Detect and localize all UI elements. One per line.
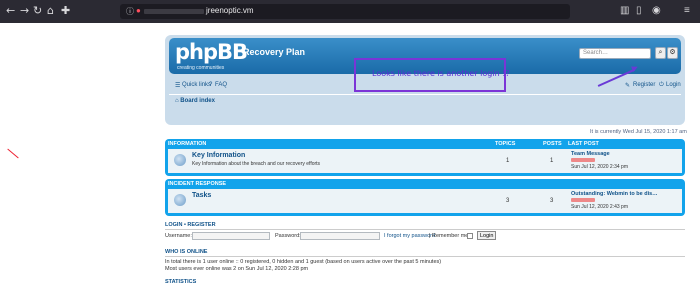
- last-post-author-redacted: [571, 198, 595, 202]
- home-icon[interactable]: ⌂: [47, 5, 54, 17]
- last-post-title[interactable]: Team Message: [571, 151, 610, 157]
- quick-links-link[interactable]: Quick links: [182, 82, 211, 88]
- last-post-title[interactable]: Outstanding: Webmin to be dis…: [571, 191, 658, 197]
- category-title[interactable]: INCIDENT RESPONSE: [168, 181, 226, 187]
- remember-me-text: Remember me: [431, 233, 469, 239]
- site-title: Recovery Plan: [243, 47, 306, 57]
- who-is-online-heading[interactable]: WHO IS ONLINE: [165, 249, 207, 255]
- login-button[interactable]: Login: [477, 231, 497, 240]
- forum-description: Key Information about the breach and our…: [192, 161, 321, 167]
- url-bar[interactable]: ⓘ ● jreenoptic.vm: [120, 4, 570, 19]
- reload-icon[interactable]: ↻: [33, 5, 42, 17]
- nav-divider: [169, 94, 681, 95]
- remember-me-label: | Remember me: [429, 233, 469, 239]
- faq-link[interactable]: FAQ: [215, 82, 227, 88]
- extension-icon[interactable]: ✚: [61, 5, 70, 17]
- login-link[interactable]: Login: [666, 82, 681, 88]
- back-icon[interactable]: ←: [6, 5, 15, 17]
- statistics-heading: STATISTICS: [165, 279, 197, 285]
- register-link[interactable]: Register: [633, 82, 655, 88]
- forum-row: Key Information Key Information about th…: [168, 149, 682, 173]
- current-time: It is currently Wed Jul 15, 2020 1:17 am: [590, 129, 687, 135]
- username-label: Username:: [165, 233, 192, 239]
- forgot-password-link[interactable]: I forgot my password: [384, 233, 435, 239]
- url-redaction: [144, 9, 204, 14]
- library-icon[interactable]: ▥: [620, 5, 629, 16]
- forum-read-icon: [174, 194, 186, 206]
- red-mark: [7, 148, 19, 159]
- password-label: Password:: [275, 233, 301, 239]
- divider: [165, 256, 685, 257]
- power-icon: ⏻: [659, 82, 664, 88]
- register-heading-link[interactable]: REGISTER: [187, 222, 215, 228]
- login-heading-link[interactable]: LOGIN: [165, 222, 182, 228]
- annotation-text: Looks like there is another login !?: [372, 69, 510, 78]
- info-icon: ⓘ: [126, 7, 134, 16]
- last-post-date: Sun Jul 12, 2020 2:34 pm: [571, 164, 628, 170]
- menu-icon-small: ☰: [175, 83, 181, 89]
- forum-title[interactable]: Tasks: [192, 192, 211, 199]
- col-posts: POSTS: [543, 141, 562, 147]
- posts-count: 3: [550, 198, 554, 204]
- forum-title[interactable]: Key Information: [192, 152, 245, 159]
- forward-icon[interactable]: →: [20, 5, 29, 17]
- logo-tagline: creating communities: [177, 65, 225, 71]
- register-icon: ✎: [625, 83, 631, 89]
- category-information: INFORMATION TOPICS POSTS LAST POST Key I…: [165, 139, 685, 176]
- heading-sep: •: [183, 222, 186, 228]
- last-post-author-redacted: [571, 158, 595, 162]
- breadcrumb[interactable]: ⌂ Board index: [175, 98, 215, 104]
- forum-row: Tasks 3 3 Outstanding: Webmin to be dis……: [168, 189, 682, 213]
- topics-count: 3: [506, 198, 510, 204]
- gear-icon[interactable]: ⚙: [667, 47, 678, 59]
- browser-toolbar: ← → ↻ ⌂ ✚ ⓘ ● jreenoptic.vm ▥ ▯ ◉ ≡: [0, 0, 700, 23]
- remember-me-checkbox[interactable]: [467, 233, 473, 239]
- topics-count: 1: [506, 158, 510, 164]
- last-post-date: Sun Jul 12, 2020 2:43 pm: [571, 204, 628, 210]
- search-icon[interactable]: ⌕: [655, 47, 666, 59]
- sidebar-icon[interactable]: ▯: [636, 5, 642, 16]
- online-summary: In total there is 1 user online :: 0 reg…: [165, 259, 442, 265]
- category-header: INFORMATION TOPICS POSTS LAST POST: [165, 139, 685, 149]
- search-input[interactable]: Search…: [579, 48, 651, 59]
- blank-margin: [0, 23, 160, 267]
- faq-icon: ?: [209, 82, 213, 88]
- login-heading: LOGIN • REGISTER: [165, 222, 216, 228]
- forum-read-icon: [174, 154, 186, 166]
- username-field[interactable]: [192, 232, 270, 240]
- password-field[interactable]: [300, 232, 380, 240]
- divider: [165, 229, 685, 230]
- col-last-post: LAST POST: [568, 141, 599, 147]
- account-icon[interactable]: ◉: [652, 5, 661, 16]
- category-title[interactable]: INFORMATION: [168, 141, 206, 147]
- posts-count: 1: [550, 158, 554, 164]
- board-index-link[interactable]: Board index: [180, 98, 215, 104]
- url-text: jreenoptic.vm: [206, 6, 254, 15]
- menu-icon[interactable]: ≡: [684, 5, 690, 16]
- category-incident-response: INCIDENT RESPONSE Tasks 3 3 Outstanding:…: [165, 179, 685, 216]
- insecure-lock-icon: ●: [136, 6, 141, 15]
- col-topics: TOPICS: [495, 141, 516, 147]
- phpbb-logo[interactable]: phpBB: [175, 40, 248, 64]
- category-header: INCIDENT RESPONSE: [165, 179, 685, 189]
